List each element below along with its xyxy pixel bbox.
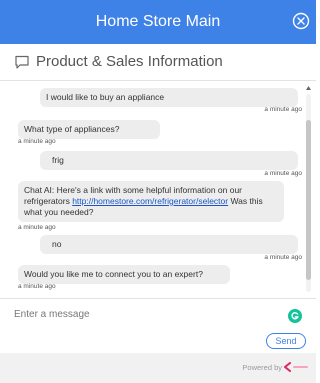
message-text: I would like to buy an appliance [46, 92, 165, 102]
message-list[interactable]: I would like to buy an appliance a minut… [0, 82, 316, 296]
chat-scrollbar[interactable] [305, 84, 312, 294]
message-timestamp: a minute ago [18, 138, 56, 145]
scroll-thumb[interactable] [306, 120, 311, 280]
composer: Send [0, 298, 316, 349]
bot-message: What type of appliances? [18, 120, 160, 139]
message-timestamp: a minute ago [18, 224, 56, 231]
subheader: Product & Sales Information [0, 44, 316, 81]
footer: Powered by [0, 353, 316, 383]
chat-bubble-icon [15, 55, 29, 69]
chat-header: Home Store Main [0, 0, 316, 44]
message-text: no [52, 239, 62, 249]
user-message: I would like to buy an appliance [40, 88, 298, 107]
grammarly-g-icon [291, 312, 299, 320]
user-message: frig [40, 151, 298, 170]
refrigerator-link[interactable]: http://homestore.com/refrigerator/select… [72, 196, 228, 206]
brand-logo-icon[interactable] [284, 362, 310, 372]
chat-title: Home Store Main [95, 13, 221, 30]
subheader-title: Product & Sales Information [36, 53, 223, 70]
message-input[interactable] [14, 305, 264, 323]
user-message: no [40, 235, 298, 254]
message-text: Would you like me to connect you to an e… [24, 269, 203, 279]
message-timestamp: a minute ago [264, 106, 302, 113]
bot-message: Would you like me to connect you to an e… [18, 265, 230, 284]
message-text: What type of appliances? [24, 124, 120, 134]
message-text: frig [52, 155, 64, 165]
scroll-up-arrow-icon[interactable] [305, 84, 312, 92]
grammarly-icon[interactable] [288, 309, 302, 323]
close-circle-icon [292, 12, 310, 30]
close-button[interactable] [292, 12, 310, 30]
powered-by-text: Powered by [242, 363, 282, 372]
message-timestamp: a minute ago [264, 254, 302, 261]
message-timestamp: a minute ago [18, 283, 56, 290]
message-timestamp: a minute ago [264, 170, 302, 177]
send-button[interactable]: Send [266, 333, 306, 349]
bot-message: Chat AI: Here's a link with some helpful… [18, 181, 284, 222]
